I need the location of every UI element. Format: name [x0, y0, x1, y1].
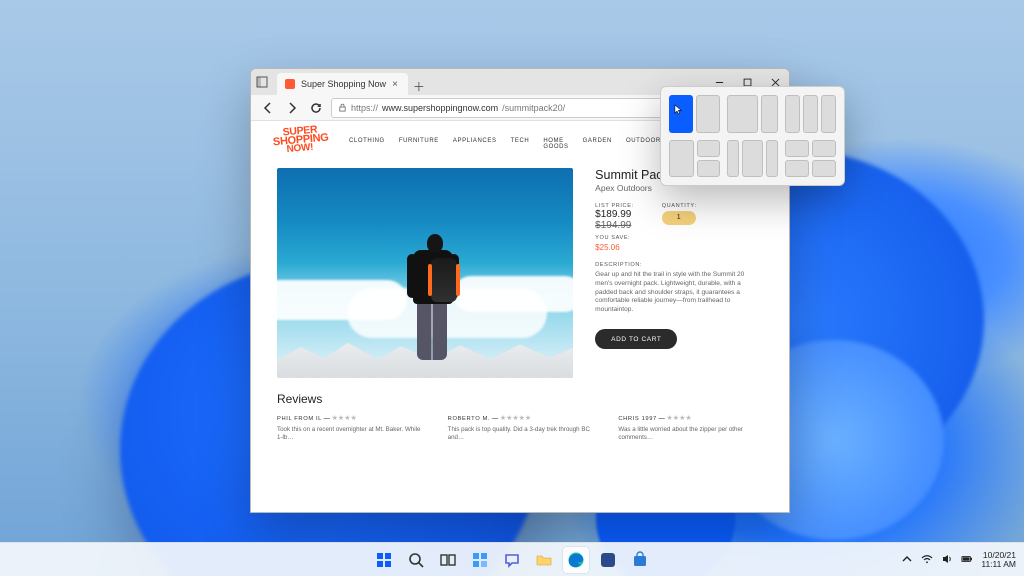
quantity-label: QUANTITY: [662, 203, 697, 209]
nav-item[interactable]: CLOTHING [349, 138, 385, 150]
store-button[interactable] [627, 547, 653, 573]
nav-item[interactable]: HOME GOODS [543, 138, 568, 150]
system-tray[interactable]: 10/20/21 11:11 AM [901, 551, 1024, 569]
start-button[interactable] [371, 547, 397, 573]
quantity-stepper[interactable]: 1 [662, 211, 696, 225]
reviews-heading: Reviews [277, 392, 763, 406]
snap-layout-option[interactable] [727, 140, 778, 178]
nav-item[interactable]: FURNITURE [399, 138, 439, 150]
description: Gear up and hit the trail in style with … [595, 271, 763, 315]
product-image [277, 168, 573, 378]
search-button[interactable] [403, 547, 429, 573]
nav-item[interactable]: APPLIANCES [453, 138, 497, 150]
store-logo[interactable]: SUPER SHOPPING NOW! [273, 127, 327, 154]
savings: $25.06 [595, 243, 634, 252]
back-button[interactable] [259, 99, 277, 117]
snap-layout-option[interactable] [785, 140, 836, 178]
widgets-button[interactable] [467, 547, 493, 573]
task-view-button[interactable] [435, 547, 461, 573]
tab-title: Super Shopping Now [301, 79, 386, 89]
store-nav: CLOTHING FURNITURE APPLIANCES TECH HOME … [349, 138, 661, 150]
browser-tab[interactable]: Super Shopping Now × [277, 73, 408, 95]
edge-button[interactable] [563, 547, 589, 573]
product-section: Summit Pack 20 – Men's Apex Outdoors LIS… [251, 158, 789, 386]
favicon-icon [285, 79, 295, 89]
nav-item[interactable]: TECH [511, 138, 530, 150]
refresh-button[interactable] [307, 99, 325, 117]
add-to-cart-button[interactable]: ADD TO CART [595, 329, 677, 349]
taskbar: 10/20/21 11:11 AM [0, 542, 1024, 576]
list-price-label: LIST PRICE: [595, 203, 634, 209]
url-domain: www.supershoppingnow.com [382, 103, 498, 113]
price: $189.99 [595, 209, 634, 220]
original-price: $194.99 [595, 220, 634, 231]
snap-layout-option[interactable] [669, 95, 720, 133]
nav-item[interactable]: GARDEN [583, 138, 612, 150]
snap-layout-option[interactable] [727, 95, 778, 133]
tab-actions-icon[interactable] [251, 69, 273, 95]
cursor-icon [674, 102, 685, 120]
volume-icon[interactable] [941, 553, 953, 567]
new-tab-button[interactable]: ＋ [408, 78, 430, 95]
review: ROBERTO M. — ★★★★★ This pack is top qual… [448, 414, 593, 443]
forward-button[interactable] [283, 99, 301, 117]
lock-icon [338, 103, 347, 112]
close-tab-icon[interactable]: × [392, 79, 398, 90]
wifi-icon[interactable] [921, 553, 933, 567]
url-path: /summitpack20/ [502, 103, 565, 113]
you-save-label: YOU SAVE: [595, 235, 634, 241]
battery-icon[interactable] [961, 553, 973, 567]
snap-layout-option[interactable] [669, 140, 720, 178]
file-explorer-button[interactable] [531, 547, 557, 573]
product-details: Summit Pack 20 – Men's Apex Outdoors LIS… [595, 168, 763, 378]
chevron-up-icon[interactable] [901, 553, 913, 567]
description-label: DESCRIPTION: [595, 262, 763, 268]
tray-time: 11:11 AM [981, 560, 1016, 569]
snap-layouts-flyout [660, 86, 845, 186]
reviews-section: Reviews PHIL FROM IL — ★★★★ Took this on… [251, 386, 789, 443]
chat-button[interactable] [499, 547, 525, 573]
review: PHIL FROM IL — ★★★★ Took this on a recen… [277, 414, 422, 443]
snap-layout-option[interactable] [785, 95, 836, 133]
url-prefix: https:// [351, 103, 378, 113]
review: CHRIS 1997 — ★★★★ Was a little worried a… [618, 414, 763, 443]
app-button[interactable] [595, 547, 621, 573]
nav-item[interactable]: OUTDOOR [626, 138, 661, 150]
